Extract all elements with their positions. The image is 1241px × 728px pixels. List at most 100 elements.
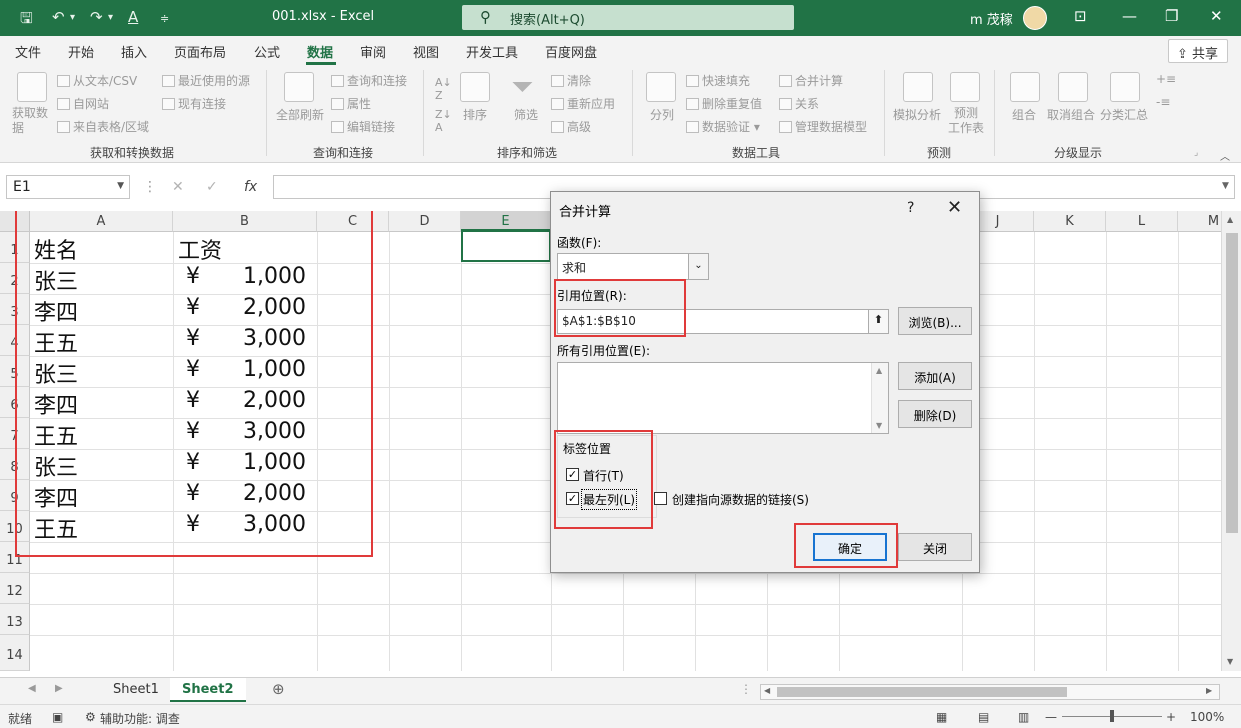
queries-connections-button[interactable]: 查询和连接	[331, 72, 407, 89]
consolidate-button[interactable]: 合并计算	[779, 72, 843, 89]
browse-button[interactable]: 浏览(B)...	[898, 307, 972, 335]
chevron-down-icon[interactable]: ▼	[117, 181, 124, 191]
sort-za-icon[interactable]: Z↓ A	[435, 108, 452, 134]
sort-button[interactable]: 排序	[463, 106, 487, 123]
close-icon[interactable]: ✕	[947, 197, 962, 218]
prev-sheet-icon[interactable]: ◀	[28, 683, 36, 694]
list-scrollbar[interactable]: ▲ ▼	[871, 363, 888, 433]
help-icon[interactable]: ?	[907, 200, 914, 216]
zoom-level[interactable]: 100%	[1190, 710, 1224, 724]
collapse-ribbon-icon[interactable]: ︿	[1220, 148, 1230, 163]
tab-file[interactable]: 文件	[15, 42, 41, 61]
tab-formulas[interactable]: 公式	[254, 42, 280, 61]
redo-dropdown-icon[interactable]: ▾	[108, 12, 113, 23]
chevron-down-icon[interactable]: ⌄	[688, 254, 708, 279]
tab-review[interactable]: 审阅	[360, 42, 386, 61]
what-if-analysis-button[interactable]: 模拟分析	[893, 106, 941, 123]
properties-button[interactable]: 属性	[331, 95, 371, 112]
macro-record-icon[interactable]: ▣	[52, 710, 63, 724]
text-to-columns-button[interactable]: 分列	[650, 106, 674, 123]
recent-sources-button[interactable]: 最近使用的源	[162, 72, 250, 89]
dialog-launcher-icon[interactable]: ⌟	[1194, 148, 1198, 158]
scroll-up-icon[interactable]: ▲	[876, 366, 882, 375]
restore-icon[interactable]: ❐	[1165, 7, 1178, 25]
relationships-button[interactable]: 关系	[779, 95, 819, 112]
close-window-icon[interactable]: ✕	[1210, 7, 1223, 25]
scroll-right-icon[interactable]: ▶	[1206, 686, 1212, 695]
accessibility-status[interactable]: 辅助功能: 调查	[100, 710, 180, 727]
page-break-view-icon[interactable]: ▥	[1018, 710, 1029, 724]
delete-button[interactable]: 删除(D)	[898, 400, 972, 428]
from-text-csv-button[interactable]: 从文本/CSV	[57, 72, 137, 89]
advanced-button[interactable]: 高级	[551, 118, 591, 135]
all-references-list[interactable]: ▲ ▼	[557, 362, 889, 434]
tab-home[interactable]: 开始	[68, 42, 94, 61]
user-name[interactable]: m 茂稼	[970, 9, 1013, 28]
remove-duplicates-button[interactable]: 删除重复值	[686, 95, 762, 112]
sort-az-icon[interactable]: A↓ Z	[435, 76, 452, 102]
customize-toolbar-icon[interactable]: ≑	[160, 12, 169, 25]
scroll-down-icon[interactable]: ▼	[1227, 657, 1233, 666]
scroll-up-icon[interactable]: ▲	[1227, 215, 1233, 224]
undo-icon[interactable]: ↶	[52, 8, 65, 26]
hide-detail-icon[interactable]: -≡	[1156, 95, 1170, 109]
zoom-in-icon[interactable]: +	[1166, 710, 1176, 724]
clear-button[interactable]: 清除	[551, 72, 591, 89]
get-data-button[interactable]: 获取数 据	[12, 106, 48, 136]
more-options-icon[interactable]: ⋮	[740, 682, 752, 696]
ungroup-button[interactable]: 取消组合	[1047, 106, 1095, 123]
subtotal-button[interactable]: 分类汇总	[1100, 106, 1148, 123]
search-box[interactable]: ⚲ 搜索(Alt+Q)	[462, 5, 794, 30]
name-box[interactable]: E1 ▼	[6, 175, 130, 199]
filter-button[interactable]: 筛选	[514, 106, 538, 123]
from-table-button[interactable]: 来自表格/区域	[57, 118, 149, 135]
insert-function-icon[interactable]: fx	[244, 179, 257, 195]
expand-formula-icon[interactable]: ▼	[1222, 181, 1229, 191]
group-button[interactable]: 组合	[1012, 106, 1036, 123]
add-button[interactable]: 添加(A)	[898, 362, 972, 390]
active-cell-e1[interactable]	[461, 229, 551, 262]
edit-links-button[interactable]: 编辑链接	[331, 118, 395, 135]
column-header-k[interactable]: K	[1034, 211, 1106, 232]
row-header-14[interactable]: 14	[0, 635, 30, 671]
column-header-l[interactable]: L	[1106, 211, 1178, 232]
cancel-icon[interactable]: ✕	[172, 179, 184, 195]
flash-fill-button[interactable]: 快速填充	[686, 72, 750, 89]
column-header-m[interactable]: M	[1178, 211, 1221, 232]
forecast-sheet-button[interactable]: 预测 工作表	[948, 106, 984, 136]
create-links-label[interactable]: 创建指向源数据的链接(S)	[672, 491, 809, 508]
scroll-down-icon[interactable]: ▼	[876, 421, 882, 430]
add-sheet-icon[interactable]: ⊕	[272, 680, 285, 698]
collapse-dialog-icon[interactable]: ⬆	[868, 310, 888, 333]
existing-connections-button[interactable]: 现有连接	[162, 95, 226, 112]
normal-view-icon[interactable]: ▦	[936, 710, 947, 724]
vertical-scrollbar[interactable]: ▲ ▼	[1221, 211, 1241, 671]
data-validation-button[interactable]: 数据验证 ▾	[686, 118, 760, 135]
vertical-scroll-thumb[interactable]	[1226, 233, 1238, 533]
enter-icon[interactable]: ✓	[206, 179, 218, 195]
tab-baidu-netdisk[interactable]: 百度网盘	[545, 42, 597, 61]
row-header-12[interactable]: 12	[0, 573, 30, 604]
show-detail-icon[interactable]: +≡	[1156, 72, 1176, 86]
tab-view[interactable]: 视图	[413, 42, 439, 61]
minimize-icon[interactable]: —	[1122, 7, 1137, 25]
reapply-button[interactable]: 重新应用	[551, 95, 615, 112]
row-header-13[interactable]: 13	[0, 604, 30, 635]
horizontal-scrollbar[interactable]: ◀ ▶	[760, 684, 1220, 700]
next-sheet-icon[interactable]: ▶	[55, 683, 63, 694]
zoom-slider-thumb[interactable]	[1110, 710, 1114, 722]
sheet-tab-sheet2[interactable]: Sheet2	[170, 678, 246, 702]
column-header-d[interactable]: D	[389, 211, 461, 232]
save-icon[interactable]: 🖫	[20, 8, 33, 33]
create-links-checkbox[interactable]	[654, 492, 667, 505]
from-web-button[interactable]: 自网站	[57, 95, 109, 112]
tab-developer[interactable]: 开发工具	[466, 42, 518, 61]
function-select[interactable]: 求和 ⌄	[557, 253, 709, 280]
accessibility-icon[interactable]: ⚙	[85, 710, 96, 724]
scroll-left-icon[interactable]: ◀	[764, 686, 770, 695]
sheet-tab-sheet1[interactable]: Sheet1	[101, 678, 171, 702]
ribbon-display-icon[interactable]: ⊡	[1074, 7, 1087, 25]
tab-page-layout[interactable]: 页面布局	[174, 42, 226, 61]
horizontal-scroll-thumb[interactable]	[777, 687, 1067, 697]
zoom-out-icon[interactable]: —	[1045, 710, 1057, 724]
